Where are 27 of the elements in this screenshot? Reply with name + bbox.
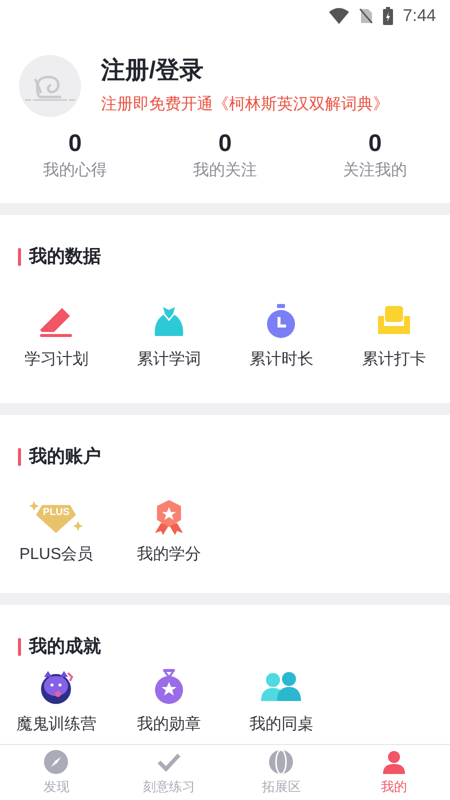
item-label[interactable]: 我的学分 [136, 542, 201, 566]
item-label[interactable]: 学习计划 [24, 348, 88, 372]
item-label[interactable]: 我的同桌 [249, 713, 314, 737]
stat-count: 0 [68, 129, 82, 159]
stat-count: 0 [218, 129, 232, 159]
stat-count: 0 [368, 129, 382, 159]
battery-charging-icon [382, 7, 393, 25]
login-title[interactable]: 注册/登录 [101, 55, 389, 87]
item-label[interactable]: PLUS会员 [19, 542, 94, 566]
no-sim-icon [358, 8, 373, 24]
section-title: 我的数据 [29, 245, 101, 268]
item-label[interactable]: 累计打卡 [362, 348, 426, 372]
section-title: 我的账户 [29, 445, 101, 468]
promo-text: 注册即免费开通《柯林斯英汉双解词典》 [101, 94, 389, 115]
item-label[interactable]: 累计学词 [136, 348, 201, 372]
item-label[interactable]: 累计时长 [249, 348, 314, 372]
globe-icon [268, 748, 294, 775]
section-marker [18, 248, 21, 266]
compass-icon [43, 748, 70, 775]
section-marker [18, 638, 21, 656]
item-label[interactable]: 魔鬼训练营 [16, 713, 96, 737]
item-label[interactable]: 我的勋章 [136, 713, 201, 737]
person-icon [380, 748, 407, 775]
wifi-icon [328, 8, 349, 24]
status-time: 7:44 [402, 5, 436, 28]
section-title: 我的成就 [29, 635, 101, 658]
section-marker [18, 448, 21, 466]
